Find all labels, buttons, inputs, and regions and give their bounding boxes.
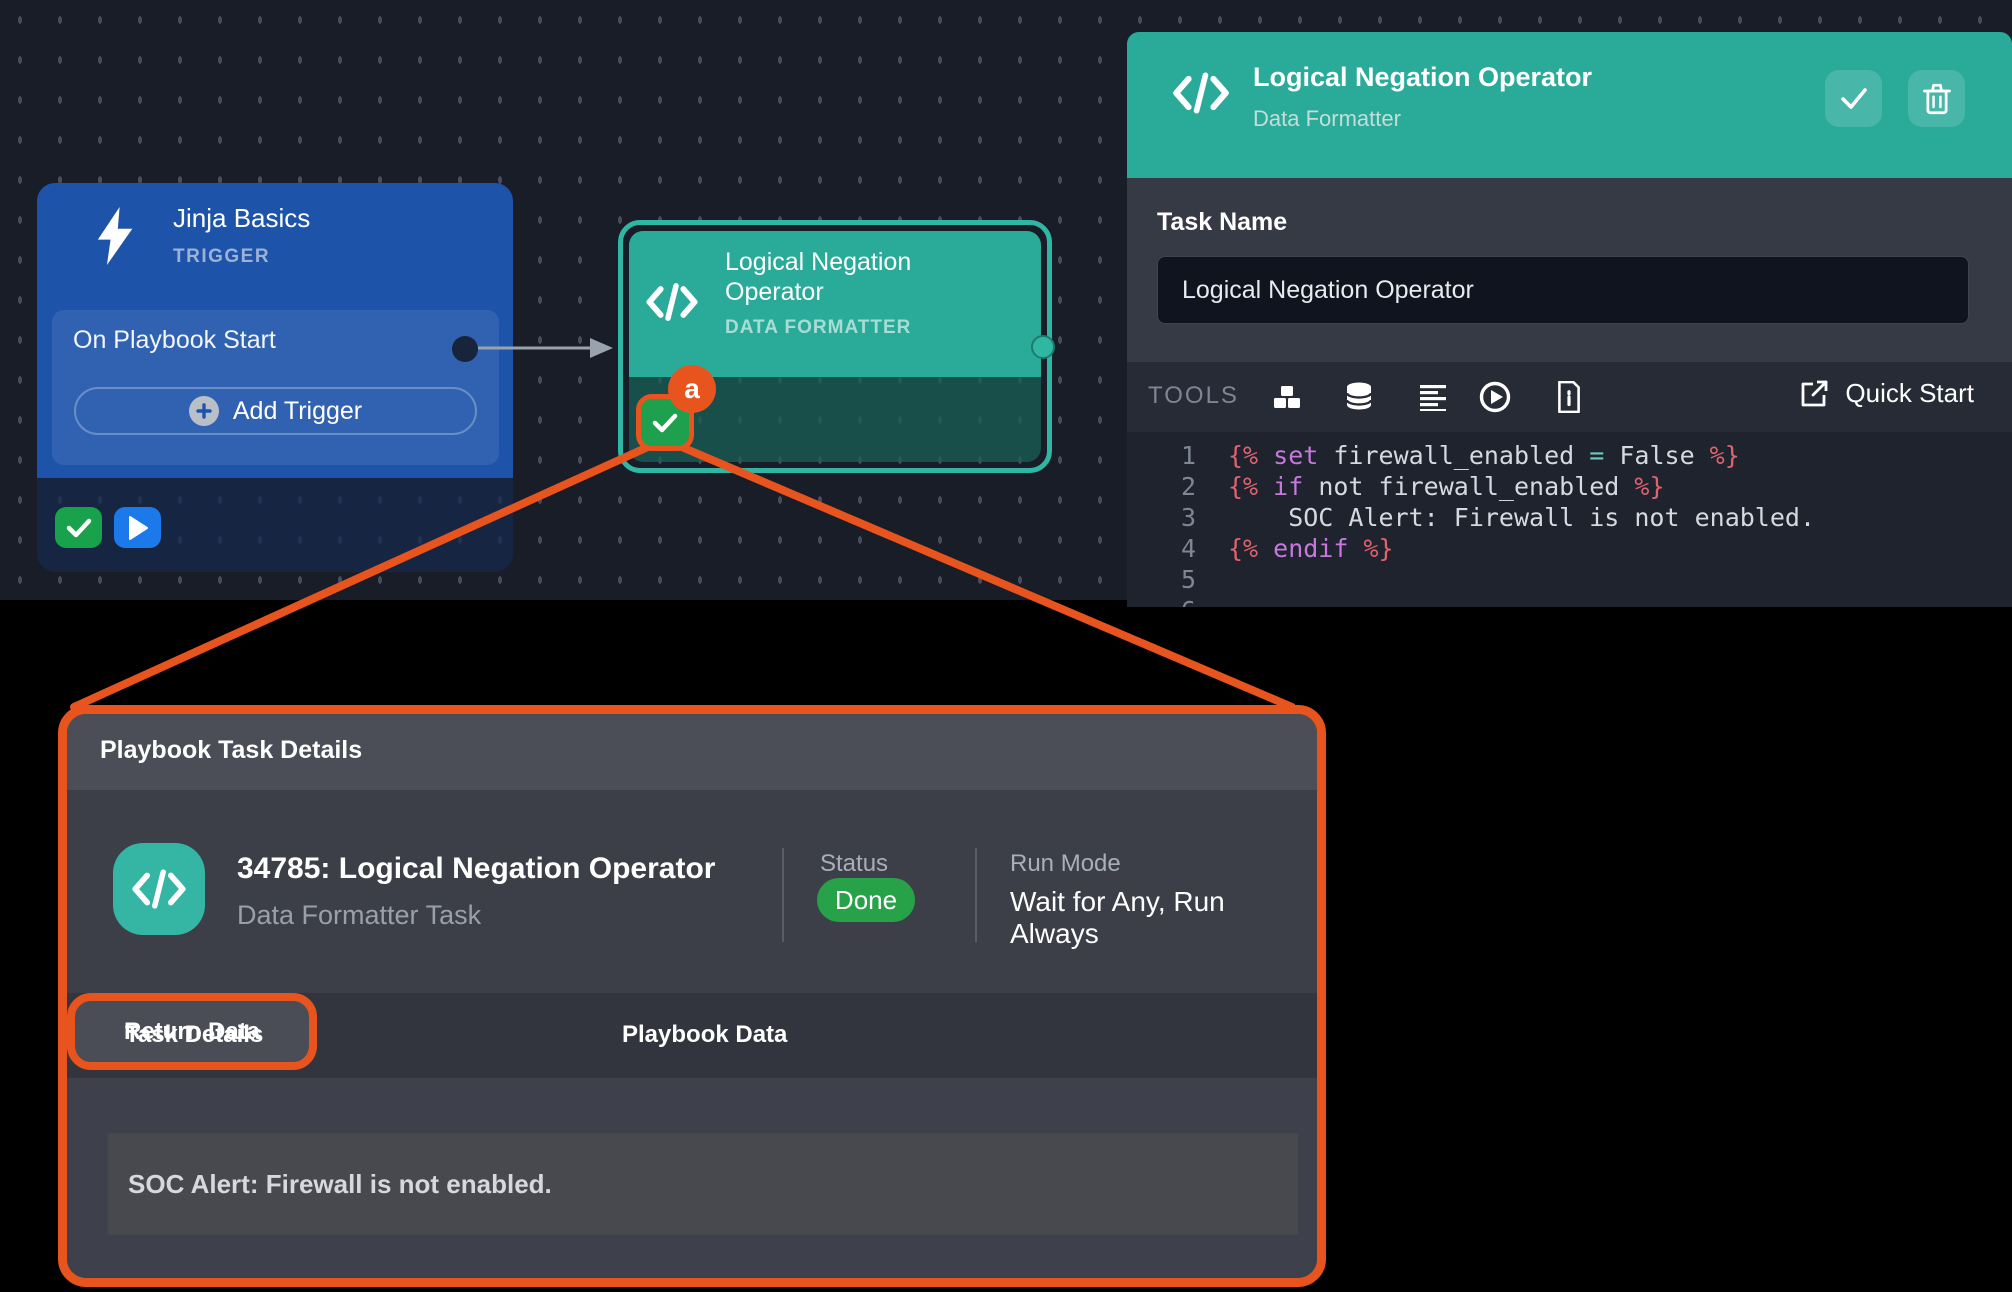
task-name-section: Task Name bbox=[1127, 178, 2012, 362]
config-panel-subtitle: Data Formatter bbox=[1253, 106, 1401, 132]
annotation-a-badge: a bbox=[668, 365, 716, 413]
lightning-bolt-icon bbox=[87, 203, 145, 268]
divider bbox=[782, 848, 784, 942]
app-stage: Jinja Basics TRIGGER On Playbook Start bbox=[0, 0, 2012, 1292]
trigger-output-connector[interactable] bbox=[452, 336, 478, 362]
config-panel-header: Logical Negation Operator Data Formatter bbox=[1127, 32, 2012, 178]
add-trigger-label: Add Trigger bbox=[233, 397, 362, 426]
document-info-icon[interactable] bbox=[1551, 379, 1587, 415]
task-name-label: Task Name bbox=[1157, 208, 1287, 237]
trigger-event-card[interactable]: On Playbook Start Add Trigger bbox=[52, 310, 499, 465]
plus-icon bbox=[189, 396, 219, 426]
run-mode-label: Run Mode bbox=[1010, 850, 1121, 878]
database-icon[interactable] bbox=[1341, 379, 1377, 415]
details-panel-header: Playbook Task Details bbox=[67, 714, 1317, 790]
code-editor[interactable]: 1{% set firewall_enabled = False %}2{% i… bbox=[1127, 432, 2012, 607]
task-name-input[interactable] bbox=[1157, 256, 1969, 324]
return-data-output-text: SOC Alert: Firewall is not enabled. bbox=[128, 1169, 552, 1200]
trigger-node-header: Jinja Basics TRIGGER bbox=[87, 203, 310, 268]
config-panel-title: Logical Negation Operator bbox=[1253, 62, 1592, 93]
launch-icon bbox=[1799, 379, 1829, 409]
code-icon bbox=[113, 843, 205, 935]
code-icon bbox=[1172, 70, 1230, 116]
add-trigger-button[interactable]: Add Trigger bbox=[74, 387, 477, 435]
task-node-title: Logical Negation Operator bbox=[725, 247, 995, 307]
task-node-top: Logical Negation Operator DATA FORMATTER bbox=[629, 231, 1041, 377]
annotation-b-badge: b bbox=[531, 1282, 581, 1287]
task-output-connector[interactable] bbox=[1031, 335, 1055, 359]
trigger-node-title: Jinja Basics bbox=[173, 203, 310, 234]
quick-start-button[interactable]: Quick Start bbox=[1799, 378, 1974, 409]
play-circle-icon[interactable] bbox=[1477, 379, 1513, 415]
run-mode-value: Wait for Any, Run Always bbox=[1010, 886, 1317, 950]
details-panel-title: Playbook Task Details bbox=[100, 736, 362, 765]
return-data-content: SOC Alert: Firewall is not enabled. bbox=[67, 1078, 1317, 1278]
divider bbox=[975, 848, 977, 942]
align-left-icon[interactable] bbox=[1415, 379, 1451, 415]
blocks-icon[interactable] bbox=[1269, 379, 1305, 415]
task-config-panel: Logical Negation Operator Data Formatter bbox=[1127, 32, 2012, 607]
return-data-output-box[interactable]: SOC Alert: Firewall is not enabled. bbox=[108, 1133, 1298, 1235]
status-badge: Done bbox=[817, 878, 915, 922]
tools-bar: TOOLS bbox=[1127, 362, 2012, 432]
node-enable-button[interactable] bbox=[55, 507, 102, 548]
node-run-button[interactable] bbox=[114, 507, 161, 548]
trigger-node-body: Jinja Basics TRIGGER On Playbook Start bbox=[37, 183, 513, 478]
details-task-title: 34785: Logical Negation Operator bbox=[237, 852, 715, 886]
details-tabs-bar: Task Details Return Data b Playbook Data bbox=[67, 993, 1317, 1078]
tools-label: TOOLS bbox=[1148, 382, 1239, 410]
task-node-type: DATA FORMATTER bbox=[725, 317, 995, 339]
tab-task-details[interactable]: Task Details bbox=[125, 1021, 263, 1049]
confirm-task-button[interactable] bbox=[1825, 70, 1882, 127]
trash-icon bbox=[1923, 83, 1951, 115]
check-icon bbox=[651, 411, 679, 435]
playbook-task-details-panel: Playbook Task Details 34785: Logical Neg… bbox=[58, 705, 1326, 1287]
trigger-node-footer bbox=[37, 478, 513, 572]
play-icon bbox=[128, 516, 148, 540]
status-label: Status bbox=[820, 850, 888, 878]
trigger-node[interactable]: Jinja Basics TRIGGER On Playbook Start bbox=[37, 183, 513, 572]
tab-playbook-data[interactable]: Playbook Data bbox=[622, 1021, 787, 1049]
details-task-subtitle: Data Formatter Task bbox=[237, 900, 481, 931]
trigger-node-type: TRIGGER bbox=[173, 246, 310, 268]
trigger-event-label: On Playbook Start bbox=[73, 326, 276, 355]
code-lines: 1{% set firewall_enabled = False %}2{% i… bbox=[1127, 440, 2012, 607]
code-icon bbox=[645, 281, 699, 323]
quick-start-label: Quick Start bbox=[1845, 378, 1974, 409]
delete-task-button[interactable] bbox=[1908, 70, 1965, 127]
check-icon bbox=[66, 517, 92, 539]
check-icon bbox=[1839, 86, 1869, 112]
